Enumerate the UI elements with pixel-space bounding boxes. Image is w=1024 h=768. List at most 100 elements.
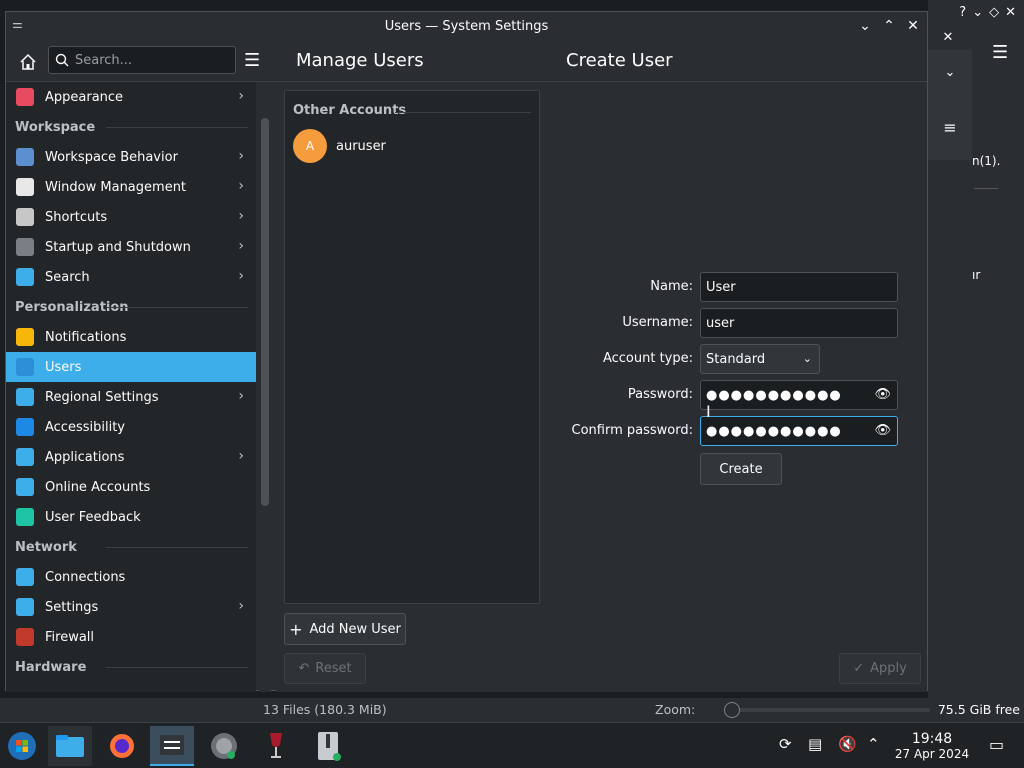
sidebar-item-search[interactable]: Search › bbox=[6, 262, 256, 292]
chevron-right-icon: › bbox=[238, 598, 244, 614]
chevron-up-icon[interactable]: ⌃ bbox=[867, 735, 880, 753]
account-type-select[interactable]: Standard ⌄ bbox=[700, 344, 820, 374]
sidebar-item-applications[interactable]: Applications › bbox=[6, 442, 256, 472]
background-close-icon[interactable]: ✕ bbox=[928, 26, 968, 48]
close-button[interactable]: ✕ bbox=[903, 16, 923, 36]
sidebar-item-label: Search bbox=[45, 269, 90, 285]
sidebar-item-connections[interactable]: Connections bbox=[6, 562, 256, 592]
background-list-icon[interactable]: ≡ bbox=[928, 94, 972, 160]
other-accounts-heading: Other Accounts bbox=[293, 103, 407, 118]
start-menu-button[interactable] bbox=[0, 726, 44, 766]
account-item[interactable]: A auruser bbox=[293, 129, 386, 163]
zoom-slider-handle[interactable] bbox=[724, 702, 740, 718]
username-label: Username: bbox=[622, 315, 693, 330]
show-desktop-icon[interactable]: ▭ bbox=[989, 735, 1004, 754]
show-password-icon[interactable]: 👁 bbox=[874, 387, 891, 402]
minimize-icon[interactable]: ⌄ bbox=[972, 5, 983, 20]
firefox-button[interactable] bbox=[100, 726, 144, 766]
confirm-password-field[interactable]: ●●●●●●●●●●● 👁 bbox=[700, 416, 898, 446]
sidebar-scrollbar[interactable] bbox=[261, 118, 269, 506]
name-value: User bbox=[706, 279, 736, 295]
show-password-icon[interactable]: 👁 bbox=[874, 423, 891, 438]
accounts-list: Other Accounts A auruser bbox=[284, 90, 540, 604]
background-menu-icon[interactable]: ☰ bbox=[992, 42, 1008, 63]
title-bar[interactable]: ⚌ Users — System Settings ⌄ ⌃ ✕ bbox=[6, 12, 927, 40]
reset-button[interactable]: ↶ Reset bbox=[284, 653, 366, 684]
sidebar-item-label: Users bbox=[45, 359, 82, 375]
keyboard-icon bbox=[16, 208, 34, 226]
sidebar-item-regional-settings[interactable]: Regional Settings › bbox=[6, 382, 256, 412]
search-input[interactable] bbox=[75, 52, 215, 68]
wine-button[interactable] bbox=[254, 726, 298, 766]
avatar: A bbox=[293, 129, 327, 163]
maximize-button[interactable]: ⌃ bbox=[879, 16, 899, 36]
system-settings-icon bbox=[160, 735, 184, 755]
password-field[interactable]: ●●●●●●●●●●● 👁 bbox=[700, 380, 898, 410]
main-header: Manage Users Create User bbox=[276, 40, 927, 82]
sidebar-item-accessibility[interactable]: Accessibility bbox=[6, 412, 256, 442]
sidebar-section-network: Network bbox=[6, 532, 256, 562]
taskbar: ⟳ ▤ 🔇 ⌃ 19:48 27 Apr 2024 ▭ bbox=[0, 722, 1024, 768]
network-icon[interactable]: ⟳ bbox=[779, 735, 792, 753]
sidebar-item-user-feedback[interactable]: User Feedback bbox=[6, 502, 256, 532]
sidebar-item-workspace-behavior[interactable]: Workspace Behavior › bbox=[6, 142, 256, 172]
section-divider bbox=[395, 112, 531, 113]
background-window: ? ⌄ ◇ ✕ ✕ ☰ ⌄ ≡ n(1). ır bbox=[928, 0, 1024, 700]
home-button[interactable] bbox=[15, 49, 41, 75]
background-divider bbox=[974, 188, 998, 189]
sidebar-item-startup-and-shutdown[interactable]: Startup and Shutdown › bbox=[6, 232, 256, 262]
minimize-button[interactable]: ⌄ bbox=[855, 16, 875, 36]
account-name: auruser bbox=[336, 138, 386, 154]
reset-label: Reset bbox=[315, 661, 352, 676]
system-settings-button[interactable] bbox=[150, 726, 194, 766]
help-icon[interactable]: ? bbox=[959, 5, 966, 20]
clock-time: 19:48 bbox=[911, 731, 953, 747]
sidebar-item-users[interactable]: Users bbox=[6, 352, 256, 382]
password-value: ●●●●●●●●●●● bbox=[706, 387, 842, 403]
settings-app-icon[interactable]: ⚌ bbox=[12, 17, 28, 31]
background-window-controls: ? ⌄ ◇ ✕ bbox=[928, 0, 1024, 24]
startup-shutdown-icon bbox=[16, 238, 34, 256]
background-chevron-down-icon[interactable]: ⌄ bbox=[928, 50, 972, 94]
apply-button[interactable]: ✓ Apply bbox=[839, 653, 921, 684]
volume-muted-icon[interactable]: 🔇 bbox=[838, 735, 857, 753]
sidebar-item-settings[interactable]: Settings › bbox=[6, 592, 256, 622]
bell-icon bbox=[16, 328, 34, 346]
start-menu-icon bbox=[8, 732, 36, 760]
file-manager-button[interactable] bbox=[48, 726, 92, 766]
workspace-behavior-icon bbox=[16, 148, 34, 166]
sidebar-item-notifications[interactable]: Notifications bbox=[6, 322, 256, 352]
sidebar-search-box[interactable] bbox=[48, 46, 236, 74]
sidebar-item-window-management[interactable]: Window Management › bbox=[6, 172, 256, 202]
clock[interactable]: 19:48 27 Apr 2024 bbox=[894, 731, 970, 761]
search-icon bbox=[16, 268, 34, 286]
clipboard-icon[interactable]: ▤ bbox=[808, 735, 822, 753]
close-icon[interactable]: ✕ bbox=[1005, 5, 1016, 20]
sidebar-item-label: Window Management bbox=[45, 179, 187, 195]
sidebar-item-label: User Feedback bbox=[45, 509, 141, 525]
chevron-down-icon: ⌄ bbox=[802, 352, 812, 365]
file-manager-icon bbox=[56, 735, 84, 757]
apply-label: Apply bbox=[870, 661, 907, 676]
disk-usage-button[interactable] bbox=[202, 726, 246, 766]
add-new-user-label: Add New User bbox=[309, 621, 401, 637]
sidebar-item-shortcuts[interactable]: Shortcuts › bbox=[6, 202, 256, 232]
archive-button[interactable] bbox=[306, 726, 350, 766]
sidebar: ☰ Appearance › Workspace Workspace Behavior… bbox=[6, 40, 276, 692]
sidebar-item-appearance[interactable]: Appearance › bbox=[6, 82, 256, 112]
sidebar-item-firewall[interactable]: Firewall bbox=[6, 622, 256, 652]
add-new-user-button[interactable]: + Add New User bbox=[284, 613, 406, 645]
main-panel: Manage Users Create User Other Accounts … bbox=[276, 40, 927, 692]
search-icon bbox=[55, 53, 69, 67]
sidebar-item-online-accounts[interactable]: Online Accounts bbox=[6, 472, 256, 502]
keep-above-icon[interactable]: ◇ bbox=[989, 5, 999, 20]
chevron-right-icon: › bbox=[238, 448, 244, 464]
hamburger-menu-button[interactable]: ☰ bbox=[244, 50, 260, 71]
zoom-slider[interactable] bbox=[730, 708, 930, 712]
background-text: n(1). bbox=[972, 154, 1001, 168]
username-field[interactable]: user bbox=[700, 308, 898, 338]
accessibility-icon bbox=[16, 418, 34, 436]
create-button[interactable]: Create bbox=[700, 453, 782, 485]
sidebar-section-hardware: Hardware bbox=[6, 652, 256, 682]
name-field[interactable]: User bbox=[700, 272, 898, 302]
